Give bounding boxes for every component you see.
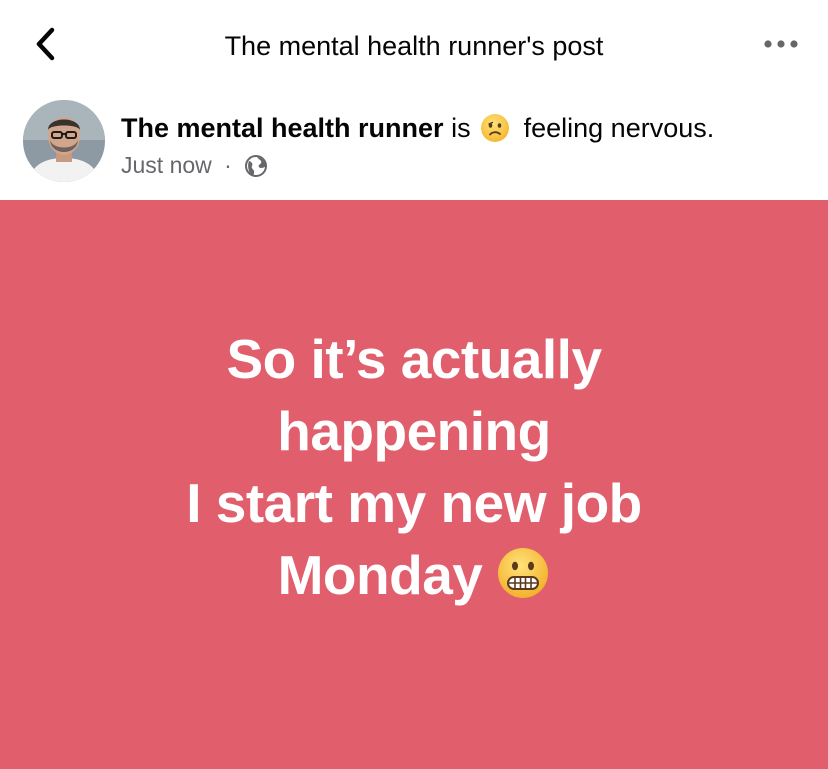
top-nav-bar: The mental health runner's post: [0, 0, 828, 92]
post-text-line: Monday: [277, 543, 483, 606]
post-timestamp[interactable]: Just now: [121, 152, 212, 178]
globe-icon[interactable]: [244, 154, 268, 178]
post-meta: Just now ·: [121, 151, 268, 179]
more-options-button[interactable]: [762, 30, 802, 58]
post-text-line-last: Monday: [64, 539, 764, 611]
post-author-line: The mental health runner is feeling nerv…: [121, 111, 714, 145]
confused-face-icon: [480, 113, 510, 143]
post-text: So it’s actually happening I start my ne…: [64, 323, 764, 611]
grimacing-face-icon: [496, 546, 550, 600]
meta-separator: ·: [224, 152, 232, 178]
author-verb: is: [451, 113, 471, 143]
post-content-card[interactable]: So it’s actually happening I start my ne…: [0, 200, 828, 769]
post-text-line: So it’s actually: [226, 327, 602, 390]
more-horizontal-icon: [764, 40, 798, 48]
feeling-text[interactable]: feeling nervous.: [524, 113, 715, 143]
page-title: The mental health runner's post: [224, 31, 604, 61]
post-text-line: happening: [277, 399, 551, 462]
post-text-line: I start my new job: [186, 471, 642, 534]
post-header: The mental health runner is feeling nerv…: [0, 92, 828, 200]
avatar-image: [23, 100, 105, 182]
avatar[interactable]: [23, 100, 105, 182]
author-name[interactable]: The mental health runner: [121, 113, 444, 143]
